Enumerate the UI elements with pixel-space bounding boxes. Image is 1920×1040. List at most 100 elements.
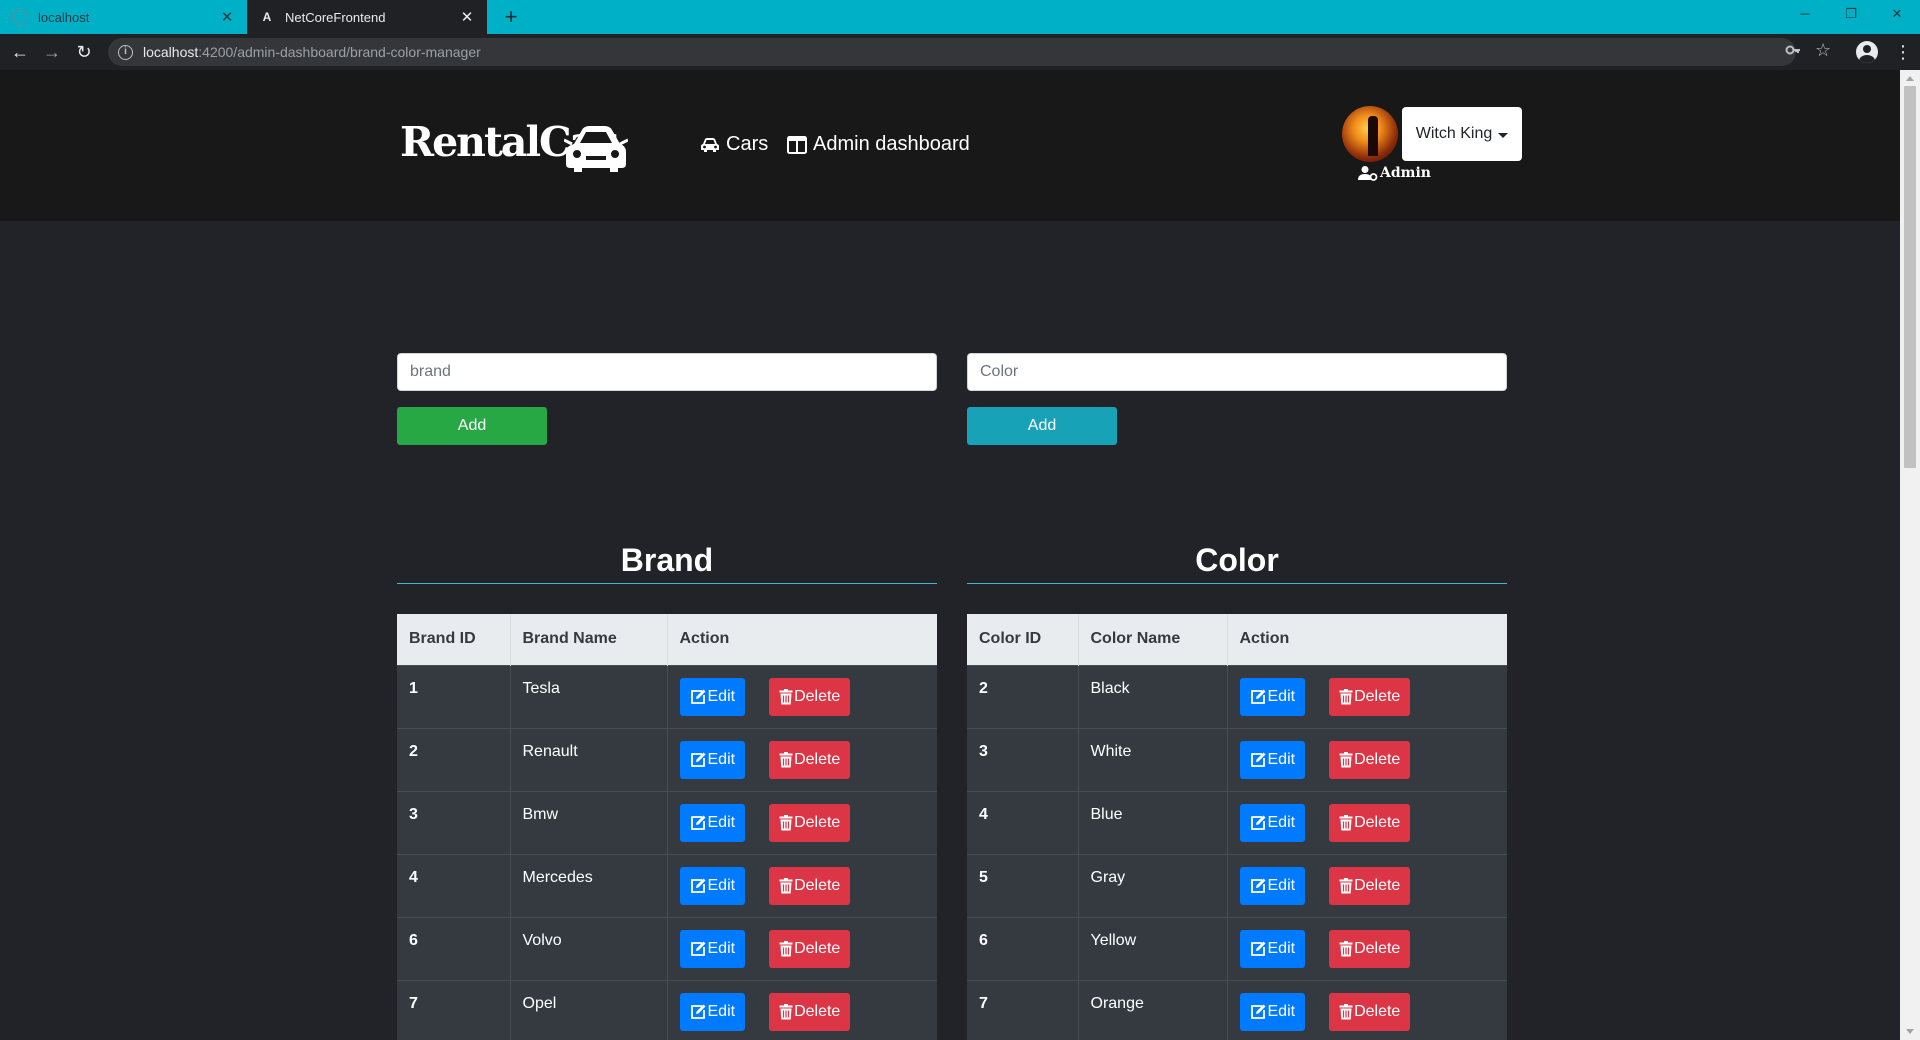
- brand-input[interactable]: [397, 353, 937, 391]
- delete-button[interactable]: Delete: [1329, 740, 1411, 779]
- brand-name: Tesla: [522, 679, 560, 697]
- edit-button[interactable]: Edit: [1239, 866, 1306, 905]
- restore-icon[interactable]: ❐: [1828, 0, 1874, 30]
- color-id-cell: 4: [967, 790, 1079, 854]
- action-cell: Edit Delete: [667, 916, 937, 980]
- brand-id-cell: 6: [397, 916, 511, 980]
- delete-button[interactable]: Delete: [769, 740, 851, 779]
- edit-button[interactable]: Edit: [1239, 929, 1306, 968]
- brand-name-cell: Mercedes: [510, 853, 668, 917]
- delete-button[interactable]: Delete: [1329, 929, 1411, 968]
- edit-button[interactable]: Edit: [1239, 992, 1306, 1031]
- angular-icon: A: [262, 10, 272, 24]
- key-icon[interactable]: [1785, 42, 1801, 63]
- delete-label: Delete: [794, 813, 841, 831]
- trash-icon: [1339, 688, 1353, 704]
- scrollbar-thumb[interactable]: [1904, 86, 1916, 468]
- page-scrollbar[interactable]: [1900, 70, 1920, 1040]
- action-cell: Edit Delete: [1227, 916, 1507, 980]
- nav-link-admin-dashboard[interactable]: Admin dashboard: [787, 133, 970, 156]
- delete-button[interactable]: Delete: [769, 866, 851, 905]
- edit-icon: [690, 1004, 705, 1019]
- trash-icon: [1339, 877, 1353, 893]
- brand-heading: Brand: [620, 542, 714, 578]
- car-icon: [701, 137, 719, 152]
- delete-button[interactable]: Delete: [769, 677, 851, 716]
- edit-icon: [690, 815, 705, 830]
- edit-label: Edit: [1267, 813, 1296, 831]
- column-header: Action: [1227, 614, 1507, 665]
- address-bar[interactable]: i localhost:4200/admin-dashboard/brand-c…: [108, 38, 1796, 66]
- brand-table-body: 1 Tesla Edit Delete 2 Renault Edit Delete 3 Bmw Ed…: [397, 664, 937, 1040]
- profile-icon[interactable]: [1856, 41, 1878, 63]
- delete-button[interactable]: Delete: [769, 929, 851, 968]
- edit-label: Edit: [707, 813, 736, 831]
- new-tab-icon[interactable]: +: [498, 4, 524, 30]
- logo[interactable]: RentalCar: [400, 116, 630, 174]
- browser-tab-localhost[interactable]: localhost ✕: [0, 0, 247, 34]
- brand-name-cell: Tesla: [510, 664, 668, 728]
- reload-icon[interactable]: ↻: [72, 40, 96, 64]
- color-id-cell: 3: [967, 727, 1079, 791]
- nav-link-cars[interactable]: Cars: [700, 133, 768, 156]
- delete-label: Delete: [1354, 876, 1401, 894]
- delete-button[interactable]: Delete: [769, 803, 851, 842]
- close-icon[interactable]: ✕: [219, 8, 235, 26]
- star-icon[interactable]: ☆: [1815, 40, 1831, 61]
- edit-label: Edit: [707, 750, 736, 768]
- color-id-cell: 2: [967, 664, 1079, 728]
- color-input[interactable]: [967, 353, 1507, 391]
- trash-icon: [779, 688, 793, 704]
- brand-name: Volvo: [522, 931, 562, 949]
- caret-down-icon: [1498, 132, 1509, 138]
- scroll-down-icon[interactable]: [1906, 1029, 1914, 1034]
- info-icon[interactable]: i: [118, 44, 133, 60]
- delete-button[interactable]: Delete: [1329, 866, 1411, 905]
- scroll-up-icon[interactable]: [1906, 76, 1914, 81]
- edit-icon: [1250, 1004, 1265, 1019]
- color-name: Yellow: [1090, 931, 1137, 949]
- delete-label: Delete: [1354, 813, 1401, 831]
- action-cell: Edit Delete: [667, 979, 937, 1040]
- user-cog-icon: [1358, 166, 1378, 181]
- user-role: Admin: [1358, 165, 1431, 181]
- edit-button[interactable]: Edit: [1239, 740, 1306, 779]
- close-window-icon[interactable]: ✕: [1874, 0, 1920, 30]
- back-icon[interactable]: ←: [8, 40, 32, 64]
- brand-name-cell: Renault: [510, 727, 668, 791]
- delete-button[interactable]: Delete: [1329, 677, 1411, 716]
- color-name: Gray: [1090, 868, 1126, 886]
- edit-icon: [1250, 752, 1265, 767]
- edit-button[interactable]: Edit: [679, 992, 746, 1031]
- close-icon[interactable]: ✕: [459, 8, 475, 26]
- delete-button[interactable]: Delete: [1329, 992, 1411, 1031]
- color-name-cell: White: [1078, 727, 1228, 791]
- column-header: Action: [667, 614, 937, 665]
- edit-icon: [690, 752, 705, 767]
- user-dropdown-button[interactable]: Witch King: [1402, 107, 1522, 161]
- minimize-icon[interactable]: ─: [1782, 0, 1828, 30]
- add-brand-button[interactable]: Add: [397, 407, 547, 445]
- delete-button[interactable]: Delete: [769, 992, 851, 1031]
- menu-icon[interactable]: ⋮: [1894, 42, 1912, 62]
- color-id: 4: [979, 805, 988, 823]
- brand-id: 1: [409, 679, 418, 697]
- edit-button[interactable]: Edit: [1239, 803, 1306, 842]
- table-header: Color ID Color Name Action: [967, 614, 1507, 665]
- nav-link-label: Admin dashboard: [813, 133, 970, 155]
- add-color-button[interactable]: Add: [967, 407, 1117, 445]
- divider: [397, 583, 937, 584]
- delete-button[interactable]: Delete: [1329, 803, 1411, 842]
- edit-button[interactable]: Edit: [679, 803, 746, 842]
- edit-button[interactable]: Edit: [679, 677, 746, 716]
- tab-title: localhost: [38, 9, 90, 25]
- edit-button[interactable]: Edit: [679, 740, 746, 779]
- browser-tab-strip: localhost ✕ A NetCoreFrontend ✕ + ─ ❐ ✕: [0, 0, 1920, 34]
- edit-button[interactable]: Edit: [1239, 677, 1306, 716]
- color-table: Color ID Color Name Action 2 Black Edit Delet…: [967, 614, 1507, 1040]
- browser-tab-netcorefrontend[interactable]: A NetCoreFrontend ✕: [247, 0, 487, 34]
- forward-icon[interactable]: →: [40, 40, 64, 64]
- brand-name: Bmw: [522, 805, 559, 823]
- edit-button[interactable]: Edit: [679, 929, 746, 968]
- edit-button[interactable]: Edit: [679, 866, 746, 905]
